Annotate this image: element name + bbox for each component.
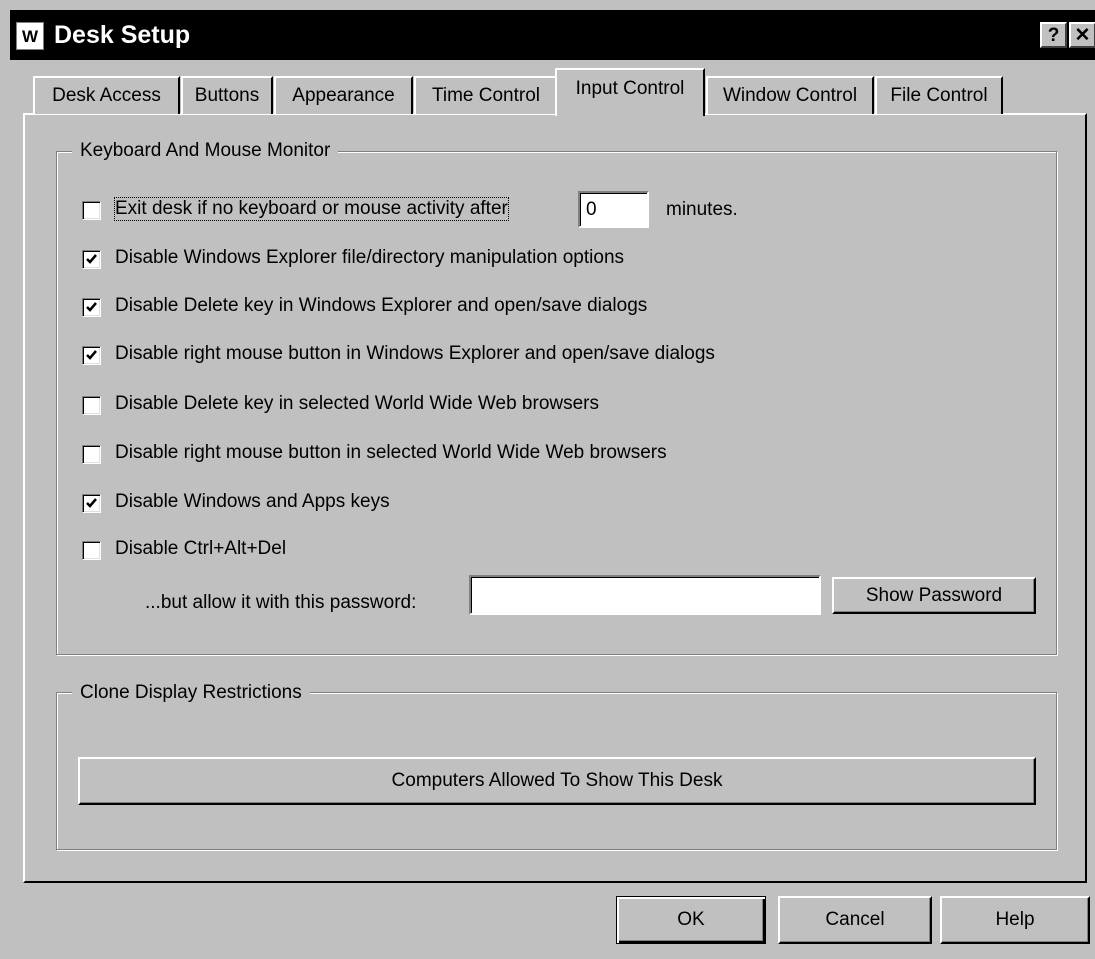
svg-text:W: W xyxy=(22,27,39,45)
tab-window-control[interactable]: Window Control xyxy=(706,76,874,114)
checkbox-disable-right-mouse-browsers[interactable] xyxy=(82,445,101,464)
checkbox-disable-delete-explorer[interactable] xyxy=(82,298,101,317)
cancel-label: Cancel xyxy=(825,909,885,930)
exit-desk-label[interactable]: Exit desk if no keyboard or mouse activi… xyxy=(114,197,509,221)
minutes-input[interactable]: 0 xyxy=(578,191,649,228)
tab-buttons[interactable]: Buttons xyxy=(181,76,273,114)
tab-label: Input Control xyxy=(575,78,685,99)
show-password-button[interactable]: Show Password xyxy=(832,577,1036,614)
tab-label: Appearance xyxy=(292,85,395,106)
title-bar[interactable]: W Desk Setup ? ✕ xyxy=(10,10,1095,60)
computers-allowed-button[interactable]: Computers Allowed To Show This Desk xyxy=(78,757,1036,805)
tab-input-control[interactable]: Input Control xyxy=(555,68,705,116)
label-disable-delete-browsers[interactable]: Disable Delete key in selected World Wid… xyxy=(115,393,599,415)
tab-label: Time Control xyxy=(431,85,541,106)
checkmark-icon xyxy=(86,350,97,360)
ok-label: OK xyxy=(677,909,705,930)
password-label: ...but allow it with this password: xyxy=(145,592,417,613)
tab-file-control[interactable]: File Control xyxy=(875,76,1003,114)
label-disable-explorer-options[interactable]: Disable Windows Explorer file/directory … xyxy=(115,247,624,269)
checkmark-icon xyxy=(86,254,97,264)
tab-time-control[interactable]: Time Control xyxy=(414,76,558,114)
checkbox-disable-delete-browsers[interactable] xyxy=(82,396,101,415)
show-password-label: Show Password xyxy=(865,584,1003,606)
minutes-value: 0 xyxy=(586,199,597,220)
w-app-icon: W xyxy=(22,27,39,45)
label-disable-right-mouse-explorer[interactable]: Disable right mouse button in Windows Ex… xyxy=(115,343,715,365)
tab-label: Desk Access xyxy=(52,85,161,106)
label-disable-windows-apps-keys[interactable]: Disable Windows and Apps keys xyxy=(115,491,390,513)
password-value xyxy=(471,577,819,613)
question-mark-icon: ? xyxy=(1047,24,1060,46)
password-input[interactable] xyxy=(469,575,821,615)
minutes-suffix: minutes. xyxy=(666,199,738,220)
ok-button[interactable]: OK xyxy=(616,896,766,944)
exit-desk-checkbox[interactable] xyxy=(82,201,101,220)
label-disable-right-mouse-browsers[interactable]: Disable right mouse button in selected W… xyxy=(115,442,667,464)
checkbox-disable-ctrl-alt-del[interactable] xyxy=(82,541,101,560)
checkmark-icon xyxy=(86,302,97,312)
close-icon: ✕ xyxy=(1074,24,1091,46)
tab-appearance[interactable]: Appearance xyxy=(274,76,413,114)
checkbox-disable-right-mouse-explorer[interactable] xyxy=(82,346,101,365)
tab-label: Window Control xyxy=(722,85,858,106)
window-title: Desk Setup xyxy=(54,21,191,49)
tab-label: File Control xyxy=(890,85,988,106)
checkbox-disable-windows-apps-keys[interactable] xyxy=(82,494,101,513)
help-button[interactable]: Help xyxy=(940,896,1090,944)
close-button[interactable]: ✕ xyxy=(1069,22,1095,48)
cancel-button[interactable]: Cancel xyxy=(778,896,932,944)
label-disable-delete-explorer[interactable]: Disable Delete key in Windows Explorer a… xyxy=(115,295,647,317)
label-disable-ctrl-alt-del[interactable]: Disable Ctrl+Alt+Del xyxy=(115,538,286,560)
help-label: Help xyxy=(995,909,1035,930)
checkmark-icon xyxy=(86,498,97,508)
tab-desk-access[interactable]: Desk Access xyxy=(33,76,180,114)
computers-allowed-label: Computers Allowed To Show This Desk xyxy=(391,770,723,791)
checkbox-disable-explorer-options[interactable] xyxy=(82,250,101,269)
help-caption-button[interactable]: ? xyxy=(1040,22,1067,48)
app-icon[interactable]: W xyxy=(16,22,44,50)
tab-label: Buttons xyxy=(194,85,260,106)
clone-display-group-title: Clone Display Restrictions xyxy=(72,682,310,704)
keyboard-mouse-group-title: Keyboard And Mouse Monitor xyxy=(72,140,339,162)
